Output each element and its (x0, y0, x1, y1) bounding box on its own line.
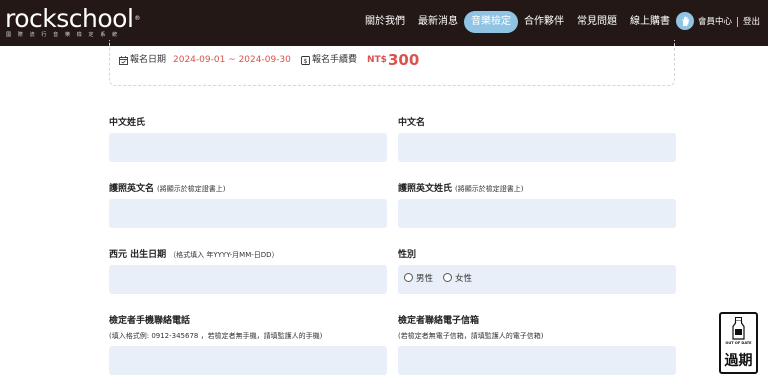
phone-input[interactable] (109, 346, 387, 375)
male-label: 男性 (416, 274, 434, 284)
milk-bottle-icon (732, 317, 745, 340)
logo-text: rockschool (5, 4, 134, 33)
registration-fee-label: 報名手續費 (312, 55, 358, 65)
gender-option-female[interactable]: 女性 (443, 273, 472, 285)
nav-bookstore[interactable]: 線上購書 (630, 11, 670, 33)
nav-music-exam[interactable]: 音樂檢定 (464, 11, 518, 33)
fee-currency: NT$ (367, 55, 387, 65)
member-center-link[interactable]: 會員中心 (698, 11, 732, 33)
passport-surname-label: 護照英文姓氏 (將顯示於檢定證書上) (398, 183, 523, 195)
gender-field (398, 265, 676, 294)
nav-about[interactable]: 關於我們 (365, 11, 405, 33)
expired-text: 過期 (724, 353, 753, 369)
logout-link[interactable]: 登出 (743, 11, 760, 33)
birthdate-format-note: （格式填入 年YYYY-月MM-日DD） (169, 251, 279, 259)
chinese-surname-label: 中文姓氏 (109, 118, 146, 128)
calendar-icon (119, 56, 128, 65)
phone-label: 檢定者手機聯絡電話 (109, 316, 191, 326)
nav-separator (737, 17, 738, 27)
svg-text:$: $ (303, 57, 307, 65)
chinese-surname-input[interactable] (109, 133, 387, 162)
phone-note: (填入格式例: 0912-345678 ，若檢定者無手機，請填監護人的手機) (109, 332, 323, 340)
out-of-date-badge: OUT OF DATE 過期 (719, 312, 758, 374)
passport-surname-input[interactable] (398, 199, 676, 228)
female-label: 女性 (455, 274, 473, 284)
passport-given-name-note: (將顯示於檢定證書上) (157, 185, 226, 193)
birthdate-label: 西元 出生日期 （格式填入 年YYYY-月MM-日DD） (109, 249, 279, 261)
male-radio[interactable] (404, 273, 413, 282)
passport-surname-label-text: 護照英文姓氏 (398, 184, 453, 194)
nav-news[interactable]: 最新消息 (418, 11, 458, 33)
birthdate-label-text: 西元 出生日期 (109, 250, 167, 260)
fee-amount: 300 (388, 51, 420, 69)
passport-given-name-label: 護照英文名 (將顯示於檢定證書上) (109, 183, 225, 195)
email-note: (若檢定者無電子信箱，請填監護人的電子信箱) (398, 332, 544, 340)
passport-surname-note: (將顯示於檢定證書上) (455, 185, 524, 193)
chinese-name-label: 中文名 (398, 118, 426, 128)
registration-date-label: 報名日期 (130, 55, 167, 65)
logo-registered-mark: ® (134, 15, 140, 22)
email-input[interactable] (398, 346, 676, 375)
chinese-name-input[interactable] (398, 133, 676, 162)
passport-given-name-label-text: 護照英文名 (109, 184, 155, 194)
passport-given-name-input[interactable] (109, 199, 387, 228)
female-radio[interactable] (443, 273, 452, 282)
fee-icon: $ (301, 56, 310, 65)
rockschool-logo[interactable]: rockschool® (5, 6, 140, 32)
nav-faq[interactable]: 常見問題 (577, 11, 617, 33)
gender-option-male[interactable]: 男性 (404, 273, 433, 285)
gender-label: 性別 (398, 250, 417, 260)
nav-partners[interactable]: 合作夥伴 (524, 11, 564, 33)
email-label: 檢定者聯絡電子信箱 (398, 316, 480, 326)
logo-subtitle: 國 際 流 行 音 樂 檢 定 系 統 (6, 32, 120, 38)
out-of-date-text: OUT OF DATE (725, 341, 752, 345)
registration-date-range: 2024-09-01 ~ 2024-09-30 (173, 55, 291, 65)
birthdate-input[interactable] (109, 265, 387, 294)
user-hand-icon[interactable] (676, 12, 694, 30)
